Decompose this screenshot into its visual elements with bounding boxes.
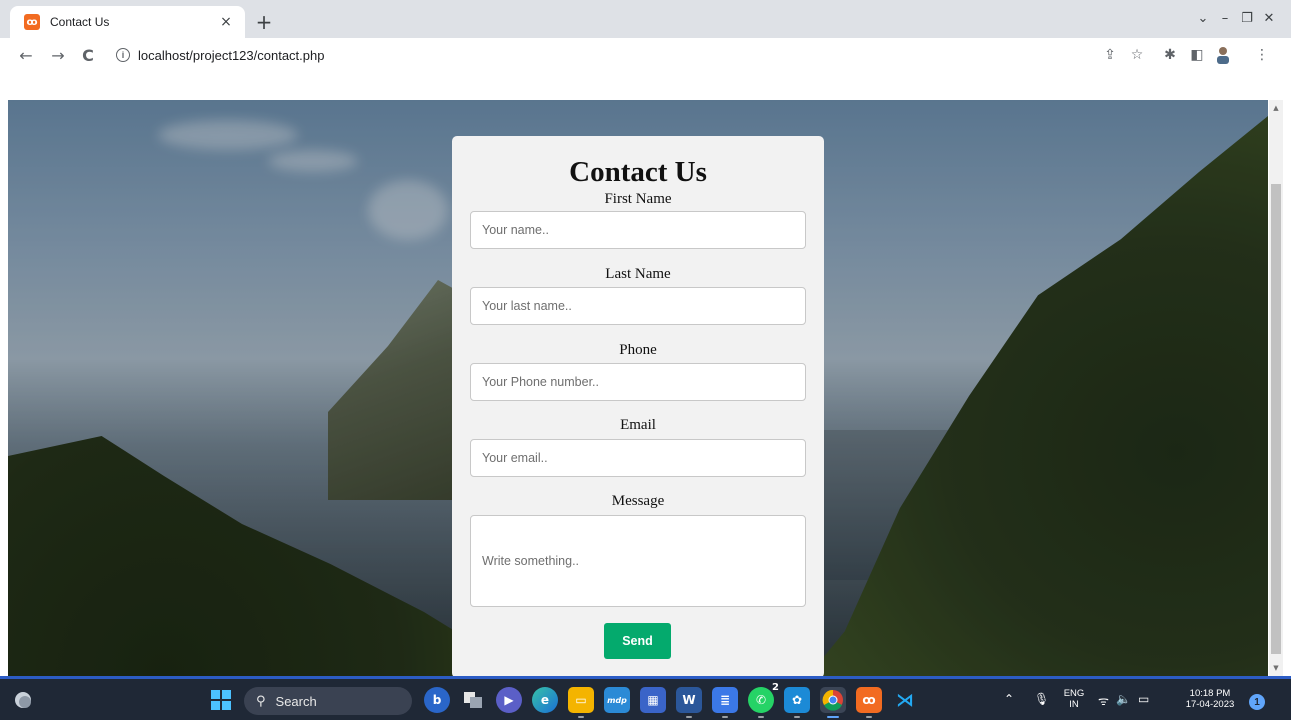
notification-badge[interactable]: 1 — [1249, 694, 1265, 710]
bing-icon[interactable]: b — [424, 687, 450, 713]
battery-icon[interactable]: ▭ — [1138, 692, 1149, 706]
contact-form: Contact Us First Name Last Name Phone Em… — [452, 136, 824, 678]
scroll-down-arrow-icon[interactable]: ▼ — [1269, 662, 1283, 674]
last-name-input[interactable] — [470, 287, 806, 325]
first-name-input[interactable] — [470, 211, 806, 249]
clock-time: 10:18 PM — [1189, 688, 1231, 699]
whatsapp-icon[interactable]: ✆ 2 — [748, 682, 779, 718]
show-hidden-icons-chevron-icon[interactable]: ⌃ — [1004, 692, 1014, 706]
email-label: Email — [620, 417, 656, 433]
tab-strip: ꝏ Contact Us × + ⌄ – ❐ ✕ — [0, 0, 1291, 38]
taskbar-search[interactable]: ⚲ Search — [244, 687, 412, 715]
file-explorer-icon[interactable]: ▭ — [568, 687, 594, 718]
reload-icon[interactable]: C — [76, 43, 100, 67]
bookmark-star-icon[interactable]: ☆ — [1127, 45, 1147, 65]
tab-title: Contact Us — [50, 15, 110, 29]
xampp-taskbar-icon[interactable]: ꝏ — [856, 687, 882, 718]
clock-date: 17-04-2023 — [1185, 699, 1235, 710]
browser-menu-icon[interactable]: ⋮ — [1252, 45, 1272, 65]
phone-label: Phone — [619, 342, 657, 358]
windows-taskbar: ⚲ Search b ▶ e ▭ mdp ▦ W ≣ ✆ 2 ✿ ꝏ ⋊ ⌃ 🎙 … — [0, 676, 1291, 720]
scroll-up-arrow-icon[interactable]: ▲ — [1269, 102, 1283, 114]
whatsapp-badge: 2 — [772, 682, 779, 693]
search-label: Search — [275, 693, 317, 709]
volume-icon[interactable]: 🔈 — [1116, 692, 1131, 706]
share-icon[interactable]: ⇪ — [1100, 45, 1120, 65]
teams-icon[interactable]: ▶ — [496, 687, 522, 713]
message-textarea[interactable] — [470, 515, 806, 607]
last-name-label: Last Name — [605, 266, 671, 282]
forward-icon[interactable]: → — [46, 43, 70, 67]
new-tab-icon[interactable]: + — [252, 10, 276, 34]
email-input[interactable] — [470, 439, 806, 477]
clock[interactable]: 10:18 PM 17-04-2023 — [1170, 688, 1250, 710]
tab-close-icon[interactable]: × — [217, 13, 235, 31]
weather-icon[interactable] — [10, 687, 36, 713]
scroll-thumb[interactable] — [1271, 184, 1281, 654]
url-text[interactable]: localhost/project123/contact.php — [138, 48, 324, 63]
language-indicator[interactable]: ENG IN — [1058, 688, 1090, 710]
side-panel-icon[interactable]: ◧ — [1187, 45, 1207, 65]
chrome-icon[interactable] — [820, 687, 846, 718]
message-label: Message — [611, 493, 665, 509]
notepad-icon[interactable]: ≣ — [712, 687, 738, 718]
profile-avatar[interactable] — [1213, 45, 1233, 65]
close-window-icon[interactable]: ✕ — [1254, 6, 1284, 30]
start-icon[interactable] — [208, 687, 234, 713]
store-icon[interactable]: ▦ — [640, 687, 666, 713]
back-icon[interactable]: ← — [14, 43, 38, 67]
extensions-icon[interactable]: ✱ — [1160, 45, 1180, 65]
photos-icon[interactable]: ✿ — [784, 687, 810, 718]
region-code: IN — [1069, 699, 1079, 710]
browser-toolbar: ← → C i localhost/project123/contact.php… — [0, 38, 1291, 72]
page-viewport: ▲ ▼ Contact Us First Name Last Name Phon… — [0, 72, 1291, 678]
send-button[interactable]: Send — [604, 623, 671, 659]
edge-icon[interactable]: e — [532, 687, 558, 713]
site-info-icon[interactable]: i — [116, 48, 130, 62]
word-icon[interactable]: W — [676, 687, 702, 718]
xampp-icon: ꝏ — [24, 14, 40, 30]
task-view-icon[interactable] — [460, 687, 486, 713]
phone-input[interactable] — [470, 363, 806, 401]
mobile-app-icon[interactable]: mdp — [604, 687, 630, 713]
first-name-label: First Name — [604, 191, 672, 207]
microphone-icon[interactable]: 🎙 — [1034, 692, 1049, 706]
tab-contact-us[interactable]: ꝏ Contact Us × — [10, 6, 245, 38]
search-icon: ⚲ — [256, 693, 266, 709]
language-code: ENG — [1063, 688, 1085, 699]
vscode-icon[interactable]: ⋊ — [892, 687, 918, 713]
page-scrollbar[interactable]: ▲ ▼ — [1269, 100, 1283, 676]
wifi-icon[interactable]: ᯤ — [1098, 692, 1109, 709]
form-title: Contact Us — [569, 156, 707, 188]
